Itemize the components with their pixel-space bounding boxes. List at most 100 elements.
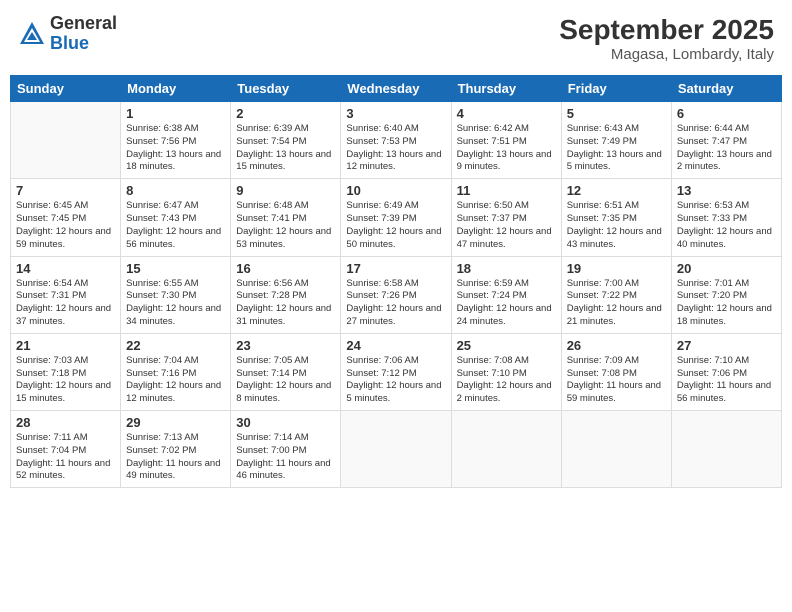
day-info: Sunrise: 7:04 AM Sunset: 7:16 PM Dayligh… (126, 355, 225, 406)
calendar-cell: 12 Sunrise: 6:51 AM Sunset: 7:35 PM Dayli… (561, 179, 671, 256)
calendar-cell: 6 Sunrise: 6:44 AM Sunset: 7:47 PM Daylig… (671, 102, 781, 179)
day-number: 5 (567, 106, 666, 121)
day-number: 4 (457, 106, 556, 121)
day-info: Sunrise: 7:05 AM Sunset: 7:14 PM Dayligh… (236, 355, 335, 406)
col-header-monday: Monday (121, 76, 231, 102)
month-year-title: September 2025 (559, 14, 774, 46)
title-block: September 2025 Magasa, Lombardy, Italy (559, 14, 774, 63)
col-header-friday: Friday (561, 76, 671, 102)
calendar-cell: 28 Sunrise: 7:11 AM Sunset: 7:04 PM Dayli… (11, 411, 121, 488)
day-info: Sunrise: 6:54 AM Sunset: 7:31 PM Dayligh… (16, 278, 115, 329)
day-number: 28 (16, 415, 115, 430)
day-info: Sunrise: 6:48 AM Sunset: 7:41 PM Dayligh… (236, 200, 335, 251)
col-header-tuesday: Tuesday (231, 76, 341, 102)
logo-blue-text: Blue (50, 34, 117, 54)
day-number: 1 (126, 106, 225, 121)
day-number: 30 (236, 415, 335, 430)
day-number: 7 (16, 183, 115, 198)
day-info: Sunrise: 6:59 AM Sunset: 7:24 PM Dayligh… (457, 278, 556, 329)
logo: General Blue (18, 14, 117, 54)
logo-text: General Blue (50, 14, 117, 54)
calendar-cell (451, 411, 561, 488)
calendar-cell: 21 Sunrise: 7:03 AM Sunset: 7:18 PM Dayli… (11, 333, 121, 410)
logo-general: General (50, 14, 117, 34)
day-number: 25 (457, 338, 556, 353)
day-info: Sunrise: 6:43 AM Sunset: 7:49 PM Dayligh… (567, 123, 666, 174)
calendar-cell: 25Sunrise: 7:08 AM Sunset: 7:10 PM Dayli… (451, 333, 561, 410)
day-number: 11 (457, 183, 556, 198)
day-number: 17 (346, 261, 445, 276)
day-number: 19 (567, 261, 666, 276)
calendar-cell: 19 Sunrise: 7:00 AM Sunset: 7:22 PM Dayli… (561, 256, 671, 333)
day-info: Sunrise: 7:06 AM Sunset: 7:12 PM Dayligh… (346, 355, 445, 406)
day-number: 13 (677, 183, 776, 198)
calendar-cell: 15 Sunrise: 6:55 AM Sunset: 7:30 PM Dayli… (121, 256, 231, 333)
calendar-header-row: SundayMondayTuesdayWednesdayThursdayFrid… (11, 76, 782, 102)
calendar-cell: 8Sunrise: 6:47 AM Sunset: 7:43 PM Daylig… (121, 179, 231, 256)
day-info: Sunrise: 7:03 AM Sunset: 7:18 PM Dayligh… (16, 355, 115, 406)
day-info: Sunrise: 6:44 AM Sunset: 7:47 PM Dayligh… (677, 123, 776, 174)
calendar-cell: 5 Sunrise: 6:43 AM Sunset: 7:49 PM Daylig… (561, 102, 671, 179)
calendar-cell: 24 Sunrise: 7:06 AM Sunset: 7:12 PM Dayli… (341, 333, 451, 410)
day-number: 12 (567, 183, 666, 198)
day-number: 21 (16, 338, 115, 353)
day-number: 16 (236, 261, 335, 276)
calendar-cell: 26 Sunrise: 7:09 AM Sunset: 7:08 PM Dayli… (561, 333, 671, 410)
day-number: 15 (126, 261, 225, 276)
day-info: Sunrise: 7:00 AM Sunset: 7:22 PM Dayligh… (567, 278, 666, 329)
day-number: 9 (236, 183, 335, 198)
calendar-cell: 20 Sunrise: 7:01 AM Sunset: 7:20 PM Dayli… (671, 256, 781, 333)
day-info: Sunrise: 6:42 AM Sunset: 7:51 PM Dayligh… (457, 123, 556, 174)
day-number: 6 (677, 106, 776, 121)
calendar-cell: 7 Sunrise: 6:45 AM Sunset: 7:45 PM Daylig… (11, 179, 121, 256)
calendar-cell: 10Sunrise: 6:49 AM Sunset: 7:39 PM Dayli… (341, 179, 451, 256)
day-info: Sunrise: 7:13 AM Sunset: 7:02 PM Dayligh… (126, 432, 225, 483)
calendar-cell: 14 Sunrise: 6:54 AM Sunset: 7:31 PM Dayli… (11, 256, 121, 333)
calendar-week-row: 28 Sunrise: 7:11 AM Sunset: 7:04 PM Dayli… (11, 411, 782, 488)
page-header: General Blue September 2025 Magasa, Lomb… (10, 10, 782, 67)
day-info: Sunrise: 6:47 AM Sunset: 7:43 PM Dayligh… (126, 200, 225, 251)
calendar-cell (671, 411, 781, 488)
day-info: Sunrise: 7:14 AM Sunset: 7:00 PM Dayligh… (236, 432, 335, 483)
day-info: Sunrise: 7:11 AM Sunset: 7:04 PM Dayligh… (16, 432, 115, 483)
day-info: Sunrise: 6:40 AM Sunset: 7:53 PM Dayligh… (346, 123, 445, 174)
calendar-cell: 1 Sunrise: 6:38 AM Sunset: 7:56 PM Daylig… (121, 102, 231, 179)
calendar-cell: 13 Sunrise: 6:53 AM Sunset: 7:33 PM Dayli… (671, 179, 781, 256)
day-number: 2 (236, 106, 335, 121)
day-number: 22 (126, 338, 225, 353)
day-info: Sunrise: 6:38 AM Sunset: 7:56 PM Dayligh… (126, 123, 225, 174)
day-number: 20 (677, 261, 776, 276)
day-number: 24 (346, 338, 445, 353)
day-number: 18 (457, 261, 556, 276)
col-header-wednesday: Wednesday (341, 76, 451, 102)
calendar-cell: 4 Sunrise: 6:42 AM Sunset: 7:51 PM Daylig… (451, 102, 561, 179)
calendar-cell: 27 Sunrise: 7:10 AM Sunset: 7:06 PM Dayli… (671, 333, 781, 410)
day-info: Sunrise: 6:53 AM Sunset: 7:33 PM Dayligh… (677, 200, 776, 251)
calendar-cell (561, 411, 671, 488)
day-info: Sunrise: 7:09 AM Sunset: 7:08 PM Dayligh… (567, 355, 666, 406)
col-header-thursday: Thursday (451, 76, 561, 102)
day-info: Sunrise: 7:10 AM Sunset: 7:06 PM Dayligh… (677, 355, 776, 406)
calendar-cell: 17 Sunrise: 6:58 AM Sunset: 7:26 PM Dayli… (341, 256, 451, 333)
day-info: Sunrise: 7:01 AM Sunset: 7:20 PM Dayligh… (677, 278, 776, 329)
col-header-sunday: Sunday (11, 76, 121, 102)
day-number: 26 (567, 338, 666, 353)
calendar-cell: 9 Sunrise: 6:48 AM Sunset: 7:41 PM Daylig… (231, 179, 341, 256)
day-number: 14 (16, 261, 115, 276)
day-info: Sunrise: 6:51 AM Sunset: 7:35 PM Dayligh… (567, 200, 666, 251)
day-info: Sunrise: 6:39 AM Sunset: 7:54 PM Dayligh… (236, 123, 335, 174)
day-info: Sunrise: 6:56 AM Sunset: 7:28 PM Dayligh… (236, 278, 335, 329)
day-info: Sunrise: 6:49 AM Sunset: 7:39 PM Dayligh… (346, 200, 445, 251)
calendar-week-row: 21 Sunrise: 7:03 AM Sunset: 7:18 PM Dayli… (11, 333, 782, 410)
day-number: 29 (126, 415, 225, 430)
day-info: Sunrise: 6:50 AM Sunset: 7:37 PM Dayligh… (457, 200, 556, 251)
calendar-cell: 11 Sunrise: 6:50 AM Sunset: 7:37 PM Dayli… (451, 179, 561, 256)
calendar-cell (11, 102, 121, 179)
day-number: 27 (677, 338, 776, 353)
day-info: Sunrise: 6:58 AM Sunset: 7:26 PM Dayligh… (346, 278, 445, 329)
day-info: Sunrise: 6:55 AM Sunset: 7:30 PM Dayligh… (126, 278, 225, 329)
day-info: Sunrise: 6:45 AM Sunset: 7:45 PM Dayligh… (16, 200, 115, 251)
location-subtitle: Magasa, Lombardy, Italy (559, 46, 774, 63)
calendar-cell: 2 Sunrise: 6:39 AM Sunset: 7:54 PM Daylig… (231, 102, 341, 179)
calendar-cell: 18 Sunrise: 6:59 AM Sunset: 7:24 PM Dayli… (451, 256, 561, 333)
